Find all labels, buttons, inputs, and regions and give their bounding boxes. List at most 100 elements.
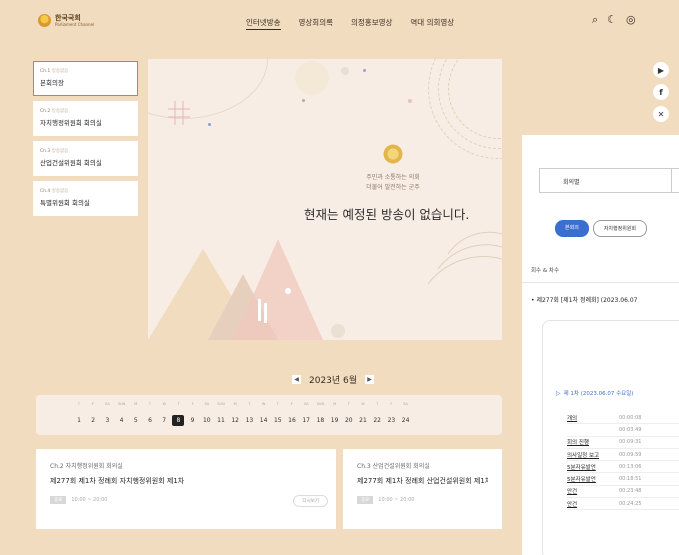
program-channel: Ch.3 산업건설위원회 회의실	[357, 463, 430, 470]
logo-subtext: Parliament Channel	[55, 21, 95, 27]
date-item[interactable]: F2	[87, 402, 99, 426]
channel-number: Ch.4	[40, 189, 51, 194]
date-item[interactable]: SA 3	[101, 402, 113, 426]
air-status: 방송없음	[51, 149, 69, 154]
settings-icon[interactable]: ◎	[626, 13, 636, 27]
tab-by-date[interactable]: 일	[672, 169, 679, 192]
date-item[interactable]: T8	[172, 402, 185, 426]
weekday-label: M	[233, 402, 237, 406]
main-nav: 인터넷방송 영상회의록 의정홍보영상 역대 의회영상	[246, 17, 454, 30]
date-item[interactable]: W7	[158, 402, 170, 426]
decor-dot	[208, 123, 211, 126]
day-number: 5	[133, 417, 138, 424]
watch-button[interactable]: 다시보기	[293, 495, 328, 507]
program-time: 10:00 ~ 20:00	[71, 497, 108, 503]
day-number: 18	[316, 417, 325, 424]
date-item[interactable]: SUN 4	[116, 402, 128, 426]
day-number: 17	[302, 417, 310, 424]
date-item[interactable]: W 14	[258, 402, 270, 426]
agenda-time: 00:00:08	[619, 414, 642, 421]
date-item[interactable]: T1	[73, 402, 85, 426]
agenda-time: 00:09:31	[619, 439, 642, 446]
day-number: 1	[77, 417, 81, 424]
date-item[interactable]: W 21	[357, 402, 369, 426]
date-item[interactable]: T 13	[243, 402, 255, 426]
search-icon[interactable]: ⌕	[592, 13, 598, 27]
agenda-row[interactable]: 5분자유발언 00:13:06	[567, 461, 679, 474]
date-item[interactable]: F 16	[286, 402, 298, 426]
agenda-time: 00:13:06	[619, 463, 642, 470]
weekday-label: T	[148, 402, 152, 406]
channel-item-1[interactable]: Ch.1 방송없음 본회의장	[33, 61, 138, 96]
date-item[interactable]: SUN 18	[314, 402, 326, 426]
vod-panel: 회의별 일 본회의 자치행정위원회 회수 & 차수 • 제277회 [제1차 정…	[522, 135, 679, 555]
nav-archive[interactable]: 역대 의회영상	[410, 17, 454, 30]
date-item[interactable]: SA 10	[201, 402, 213, 426]
channel-number: Ch.2	[40, 109, 51, 114]
weekday-label: F	[191, 402, 194, 406]
decor-dot	[295, 61, 329, 95]
date-item[interactable]: T 20	[343, 402, 355, 426]
nav-promo-videos[interactable]: 의정홍보영상	[351, 17, 392, 30]
channel-item-4[interactable]: Ch.4 방송없음 특별위원회 회의실	[33, 181, 138, 216]
slogan: 주민과 소통하는 의회 더불어 발전하는 군주	[358, 173, 428, 193]
session-item[interactable]: ▷ 제 1차 (2023.06.07 수요일)	[556, 389, 633, 397]
category-admin-committee[interactable]: 자치행정위원회	[592, 220, 648, 237]
date-item[interactable]: F 23	[385, 402, 397, 426]
meeting-title[interactable]: • 제277회 [제1차 정례회] (2023.06.07	[531, 295, 637, 304]
date-item[interactable]: T 22	[371, 402, 383, 426]
weekday-label: W	[261, 402, 266, 406]
day-number: 22	[373, 417, 381, 424]
prev-month-button[interactable]: ◀	[292, 375, 301, 384]
agenda-row[interactable]: 회의 진행 00:09:31	[567, 437, 679, 449]
social-links: ▶ f ✕	[653, 62, 669, 122]
agenda-title: 회의 진행	[567, 440, 589, 447]
site-header: 한국국회 Parliament Channel 인터넷방송 영상회의록 의정홍보…	[0, 0, 679, 44]
agenda-row[interactable]: 의사일정 보고 00:09:59	[567, 449, 679, 462]
category-plenary[interactable]: 본회의	[555, 220, 589, 237]
agenda-row[interactable]: 개의 00:00:08	[567, 412, 679, 425]
moon-icon[interactable]: ☾	[607, 13, 617, 27]
program-card-1[interactable]: Ch.2 자치행정위원회 회의실 제277회 제1차 정례회 자치행정위원회 제…	[36, 449, 336, 529]
channel-name: 산업건설위원회 회의실	[40, 159, 102, 167]
day-number: 6	[148, 417, 152, 424]
date-item[interactable]: M 12	[229, 402, 241, 426]
emblem-icon	[38, 14, 51, 27]
slogan-line: 주민과 소통하는 의회	[366, 174, 420, 181]
decor-dot	[363, 69, 366, 72]
weekday-label: M	[134, 402, 138, 406]
date-item[interactable]: SUN 11	[215, 402, 227, 426]
date-item[interactable]: M 19	[329, 402, 341, 426]
agenda-row[interactable]: 00:03:49	[567, 424, 679, 437]
agenda-row[interactable]: 안건 00:24:25	[567, 498, 679, 511]
tab-by-meeting[interactable]: 회의별	[540, 169, 673, 192]
agenda-time: 00:24:25	[619, 500, 642, 507]
date-item[interactable]: SA 24	[400, 402, 412, 426]
channel-item-3[interactable]: Ch.3 방송없음 산업건설위원회 회의실	[33, 141, 138, 176]
video-player[interactable]: 주민과 소통하는 의회 더불어 발전하는 군주 현재는 예정된 방송이 없습니다…	[148, 59, 502, 340]
date-item[interactable]: F9	[187, 402, 199, 426]
date-item[interactable]: T6	[144, 402, 156, 426]
day-number: 23	[387, 417, 396, 424]
date-item[interactable]: SA 17	[300, 402, 312, 426]
agenda-title: 5분자유발언	[567, 477, 596, 484]
nav-video-minutes[interactable]: 영상회의록	[299, 17, 334, 30]
weekday-label: F	[390, 402, 393, 406]
channel-name: 자치행정위원회 회의실	[40, 119, 102, 127]
nav-live[interactable]: 인터넷방송	[246, 17, 281, 30]
program-card-2[interactable]: Ch.3 산업건설위원회 회의실 제277회 제1차 정례회 산업건설위원회 제…	[343, 449, 502, 529]
channel-item-2[interactable]: Ch.2 방송없음 자치행정위원회 회의실	[33, 101, 138, 136]
close-icon[interactable]: ✕	[653, 106, 669, 122]
date-item[interactable]: T 15	[272, 402, 284, 426]
agenda-row[interactable]: 5분자유발언 00:18:51	[567, 473, 679, 486]
facebook-icon[interactable]: f	[653, 84, 669, 100]
youtube-icon[interactable]: ▶	[653, 62, 669, 78]
site-logo[interactable]: 한국국회 Parliament Channel	[38, 14, 94, 27]
weekday-label: T	[376, 402, 379, 406]
next-month-button[interactable]: ▶	[365, 375, 375, 384]
month-label: 2023년 6월	[309, 376, 358, 386]
agenda-row[interactable]: 안건 00:23:48	[567, 486, 679, 499]
program-time: 10:00 ~ 20:00	[378, 497, 415, 503]
date-item[interactable]: M5	[130, 402, 142, 426]
day-number: 4	[119, 417, 124, 424]
